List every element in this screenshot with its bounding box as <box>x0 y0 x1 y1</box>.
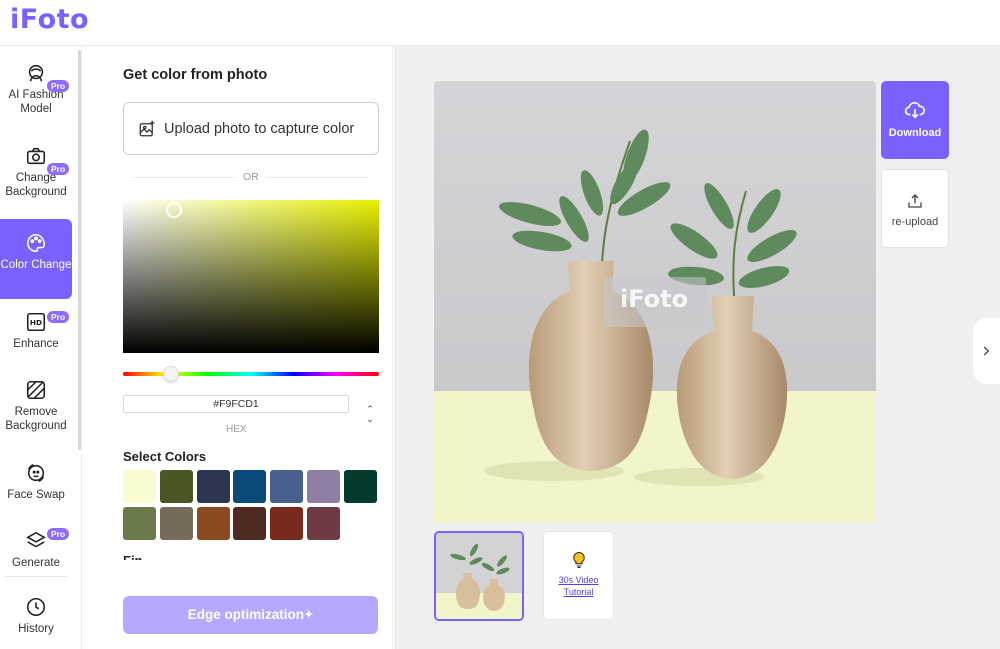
edge-optimization-button[interactable]: Edge optimization✦ <box>123 596 378 634</box>
sidebar-item-color-change[interactable]: Color Change <box>0 219 72 299</box>
pro-badge: Pro <box>47 80 70 92</box>
thumbnail-image <box>436 533 522 619</box>
color-swatch[interactable] <box>123 507 156 540</box>
color-picker-handle[interactable] <box>166 202 182 218</box>
sidebar-item-label: Color Change <box>0 259 72 271</box>
upload-photo-button[interactable]: Upload photo to capture color <box>123 102 379 155</box>
face-swap-icon <box>27 464 45 482</box>
color-swatch[interactable] <box>159 470 193 503</box>
app-logo[interactable]: iFoto <box>10 4 89 35</box>
hue-slider[interactable] <box>123 372 379 376</box>
pro-badge: Pro <box>47 163 70 175</box>
sidebar-item-label: Remove Background <box>5 406 67 432</box>
saturation-value-picker[interactable] <box>123 200 379 353</box>
chevron-right-icon <box>983 346 990 356</box>
sidebar-item-ai-fashion-model[interactable]: Pro AI Fashion Model <box>0 62 72 128</box>
upload-photo-label: Upload photo to capture color <box>164 120 355 137</box>
hex-input[interactable]: #F9FCD1 <box>123 395 349 413</box>
sidebar-item-label: Generate <box>12 557 60 569</box>
color-panel: Get color from photo Upload photo to cap… <box>83 46 393 649</box>
pro-badge: Pro <box>47 311 70 323</box>
result-image: iFoto <box>434 81 876 523</box>
format-toggle[interactable]: ⌃ ⌄ <box>364 404 376 426</box>
chevron-down-icon: ⌄ <box>366 414 374 424</box>
sidebar-scrollbar[interactable] <box>78 50 81 450</box>
top-bar: iFoto <box>0 0 1000 46</box>
select-colors-title: Select Colors <box>123 449 207 464</box>
pro-badge: Pro <box>47 528 70 540</box>
fashion-model-icon <box>28 64 44 82</box>
color-swatch[interactable] <box>270 507 304 540</box>
sidebar-item-label: Enhance <box>13 338 59 350</box>
color-swatch[interactable] <box>159 507 193 540</box>
chevron-up-icon: ⌃ <box>366 404 374 414</box>
image-thumbnail[interactable] <box>434 531 524 621</box>
color-swatch[interactable] <box>233 470 267 503</box>
camera-icon <box>26 147 46 165</box>
hex-label: HEX <box>226 424 247 435</box>
section-title-clipped: Fin <box>123 554 163 560</box>
sparkle-icon: ✦ <box>304 609 314 621</box>
lightbulb-icon <box>572 551 585 569</box>
color-swatch[interactable] <box>343 470 377 503</box>
color-swatch[interactable] <box>307 507 340 540</box>
color-swatch[interactable] <box>196 470 230 503</box>
color-swatch[interactable] <box>307 470 340 503</box>
color-swatch[interactable] <box>123 470 156 503</box>
color-swatch[interactable] <box>233 507 267 540</box>
image-add-icon <box>139 120 155 136</box>
hue-slider-handle[interactable] <box>163 366 179 382</box>
sidebar: Pro AI Fashion Model Pro Change Backgrou… <box>0 46 82 649</box>
download-button[interactable]: Download <box>881 81 949 159</box>
sidebar-item-label: Face Swap <box>7 489 65 501</box>
or-text: OR <box>235 171 267 183</box>
download-label: Download <box>888 127 942 139</box>
cloud-download-icon <box>904 101 925 119</box>
sidebar-item-remove-background[interactable]: Remove Background <box>0 379 72 445</box>
main-canvas: iFoto Download re-upload 30s Video Tutor… <box>394 46 1000 649</box>
clock-icon <box>26 597 46 617</box>
logo-text: iFoto <box>10 4 90 35</box>
expand-panel-button[interactable] <box>973 318 1000 384</box>
reupload-button[interactable]: re-upload <box>881 169 949 248</box>
edge-optimization-label: Edge optimization <box>187 607 305 622</box>
sidebar-divider <box>4 576 68 577</box>
svg-text:HD: HD <box>30 318 42 327</box>
hd-icon: HD <box>26 312 46 332</box>
sidebar-item-history[interactable]: History <box>0 596 72 640</box>
watermark: iFoto <box>620 285 689 313</box>
layers-icon <box>26 531 46 548</box>
color-swatch[interactable] <box>196 507 230 540</box>
sidebar-item-face-swap[interactable]: Face Swap <box>0 462 72 512</box>
video-tutorial-link[interactable]: 30s Video Tutorial <box>559 575 599 597</box>
panel-title: Get color from photo <box>123 67 268 83</box>
reupload-label: re-upload <box>891 216 939 228</box>
color-swatch[interactable] <box>270 470 304 503</box>
sidebar-item-generate[interactable]: Pro Generate <box>0 528 72 580</box>
video-tutorial-card[interactable]: 30s Video Tutorial <box>543 531 614 620</box>
palette-icon <box>27 233 46 253</box>
sidebar-item-label: AI Fashion Model <box>8 89 64 115</box>
remove-bg-icon <box>26 380 46 400</box>
sidebar-item-label: History <box>18 623 54 635</box>
sidebar-item-label: Change Background <box>5 172 67 198</box>
sidebar-item-enhance[interactable]: Pro HD Enhance <box>0 311 72 371</box>
upload-icon <box>908 194 922 208</box>
sidebar-item-change-background[interactable]: Pro Change Background <box>0 145 72 211</box>
